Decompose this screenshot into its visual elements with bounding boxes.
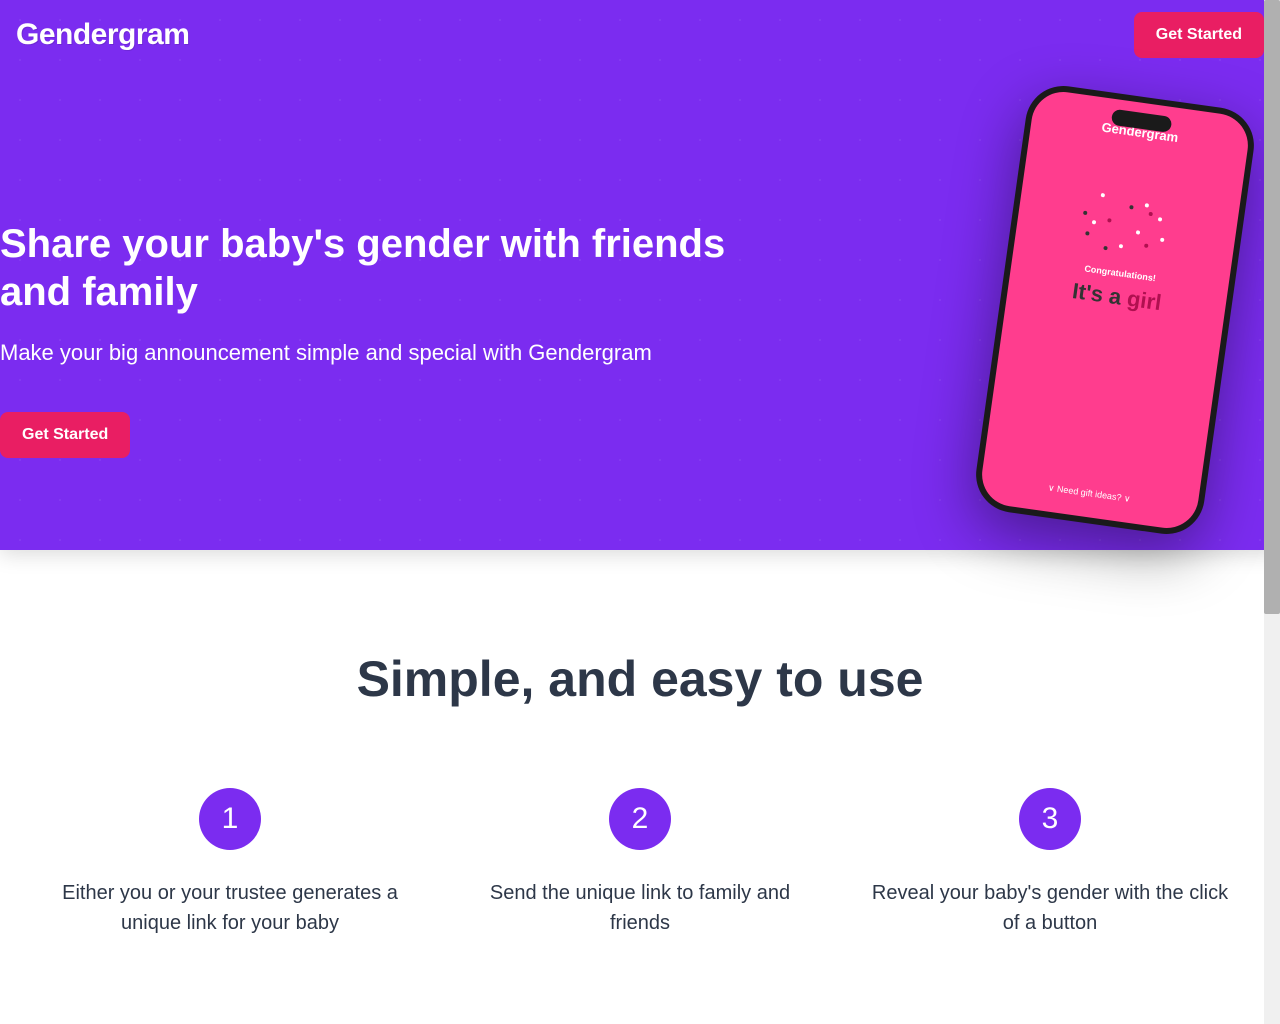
features-section: Simple, and easy to use 1 Either you or … (0, 550, 1280, 998)
step-3: 3 Reveal your baby's gender with the cli… (860, 788, 1240, 938)
step-description: Send the unique link to family and frien… (450, 878, 830, 938)
phone-mockup: Gendergram Congratul (971, 81, 1259, 539)
phone-reveal-gender: girl (1125, 286, 1163, 317)
hero-subtitle: Make your big announcement simple and sp… (0, 340, 760, 366)
phone-footer-link: ∨ Need gift ideas? ∨ (1047, 482, 1131, 504)
scrollbar-thumb[interactable] (1264, 0, 1280, 614)
phone-reveal-prefix: It's a (1071, 278, 1123, 311)
confetti-icon (1071, 182, 1181, 275)
scrollbar[interactable] (1264, 0, 1280, 1024)
navigation: Gendergram Get Started (0, 0, 1280, 70)
hero-content: Share your baby's gender with friends an… (0, 70, 1280, 518)
step-2: 2 Send the unique link to family and fri… (450, 788, 830, 938)
hero-section: Gendergram Get Started Share your baby's… (0, 0, 1280, 550)
phone-screen: Gendergram Congratul (978, 88, 1252, 532)
step-description: Either you or your trustee generates a u… (40, 878, 420, 938)
brand-logo[interactable]: Gendergram (16, 18, 189, 52)
step-number-badge: 3 (1019, 788, 1081, 850)
step-number-badge: 2 (609, 788, 671, 850)
phone-reveal-text: It's a girl (1071, 278, 1163, 316)
hero-title: Share your baby's gender with friends an… (0, 220, 760, 316)
step-number-badge: 1 (199, 788, 261, 850)
step-description: Reveal your baby's gender with the click… (860, 878, 1240, 938)
hero-get-started-button[interactable]: Get Started (0, 412, 130, 458)
features-title: Simple, and easy to use (40, 650, 1240, 708)
hero-text-block: Share your baby's gender with friends an… (0, 70, 760, 458)
step-1: 1 Either you or your trustee generates a… (40, 788, 420, 938)
nav-get-started-button[interactable]: Get Started (1134, 12, 1264, 58)
steps-container: 1 Either you or your trustee generates a… (40, 788, 1240, 938)
